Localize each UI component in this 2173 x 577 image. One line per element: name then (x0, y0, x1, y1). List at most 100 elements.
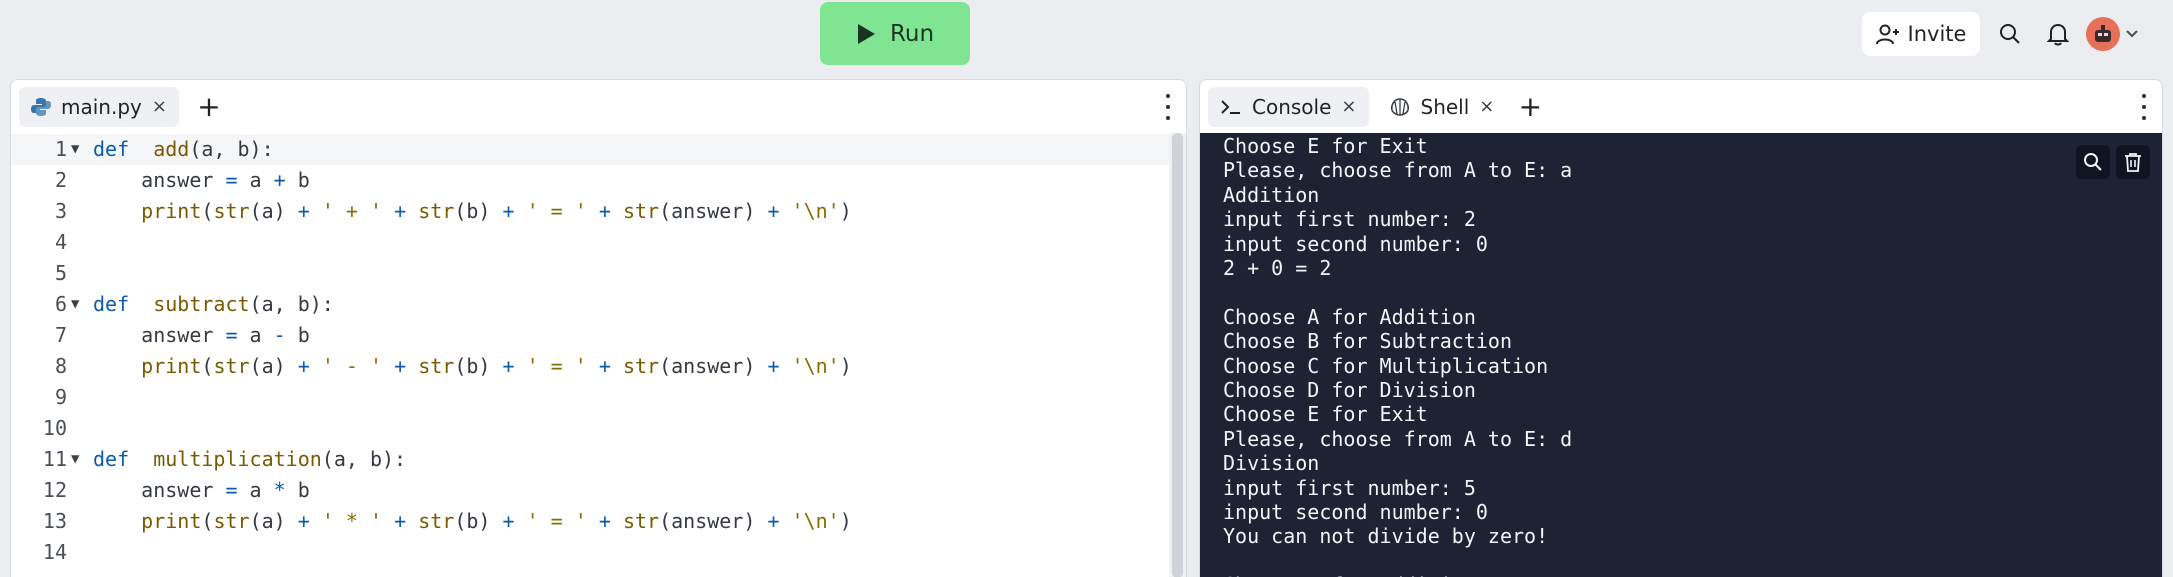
console-line: input first number: 5 (1223, 475, 1476, 500)
run-button[interactable]: Run (820, 2, 970, 65)
console-toolbar (2076, 145, 2150, 179)
line-number: 13 (42, 509, 67, 533)
console-line: input second number: 0 (1223, 500, 1488, 524)
code-line[interactable]: 8 print(str(a) + ' - ' + str(b) + ' = ' … (11, 351, 1169, 382)
console-line: Choose A for Addition (1223, 304, 1476, 329)
line-number: 12 (42, 478, 67, 502)
code-text: def subtract(a, b): (93, 292, 334, 316)
line-number: 7 (54, 323, 67, 347)
code-line[interactable]: 11 ▼ def multiplication(a, b): (11, 444, 1169, 475)
line-number: 2 (54, 168, 67, 192)
close-tab-button[interactable]: × (152, 96, 167, 117)
chevron-down-icon (2126, 30, 2138, 38)
fold-toggle-icon[interactable]: ▼ (71, 289, 79, 320)
terminal-prompt-icon (1221, 99, 1240, 114)
code-line[interactable]: 10 (11, 413, 1169, 444)
console-line: Choose B for Subtraction (1223, 329, 1512, 354)
search-icon (2084, 153, 2102, 171)
avatar (2086, 17, 2120, 51)
search-icon (2000, 24, 2020, 44)
line-number: 3 (54, 199, 67, 223)
code-line[interactable]: 4 (11, 227, 1169, 258)
code-text: print(str(a) + ' - ' + str(b) + ' = ' + … (141, 354, 852, 378)
code-line[interactable]: 3 print(str(a) + ' + ' + str(b) + ' = ' … (11, 196, 1169, 227)
code-text: print(str(a) + ' * ' + str(b) + ' = ' + … (141, 509, 852, 533)
console-line: Addition (1223, 182, 1320, 207)
tab-label: Console (1252, 94, 1332, 119)
code-line[interactable]: 1 ▼ def add(a, b): (11, 134, 1169, 165)
editor-scrollbar-thumb[interactable] (1172, 133, 1183, 577)
console-line: input second number: 0 (1223, 231, 1488, 256)
code-line[interactable]: 2 answer = a + b (11, 165, 1169, 196)
add-tab-button[interactable]: + (193, 87, 225, 127)
line-number: 14 (42, 540, 67, 564)
editor-pane: main.py × + 1 ▼ def add(a, b): 2 answer = a… (10, 79, 1187, 577)
run-label: Run (889, 20, 935, 47)
console-pane: Console × Shell × + Choose E for Exit Ple… (1199, 79, 2163, 577)
add-tab-button[interactable]: + (1514, 87, 1546, 127)
editor-more-menu-icon[interactable] (1164, 94, 1172, 120)
console-line: Division (1223, 451, 1320, 476)
tab-main-py[interactable]: main.py × (19, 86, 179, 127)
code-text: answer = a + b (93, 168, 310, 192)
console-line: Choose D for Division (1223, 378, 1476, 402)
clear-console-button[interactable] (2116, 145, 2150, 179)
tab-console[interactable]: Console × (1208, 86, 1369, 127)
console-line: input first number: 2 (1223, 207, 1476, 232)
trash-icon (2125, 153, 2141, 172)
line-number: 10 (42, 416, 67, 440)
play-icon (857, 23, 875, 44)
console-output[interactable]: Choose E for Exit Please, choose from A t… (1200, 133, 2162, 577)
code-line[interactable]: 7 answer = a - b (11, 320, 1169, 351)
account-menu[interactable] (2086, 17, 2138, 51)
line-number: 1 (54, 137, 67, 161)
robot-avatar-icon (2095, 25, 2111, 42)
console-more-menu-icon[interactable] (2140, 94, 2148, 120)
notifications-button[interactable] (2042, 18, 2074, 50)
search-button[interactable] (1994, 18, 2026, 50)
line-number: 5 (54, 261, 67, 285)
console-line: 2 + 0 = 2 (1223, 256, 1332, 280)
console-line: Choose E for Exit (1223, 134, 1428, 158)
code-text: answer = a - b (93, 323, 310, 347)
line-number: 8 (54, 354, 67, 378)
console-tab-bar: Console × Shell × + (1200, 80, 2162, 133)
bell-icon (2047, 23, 2069, 46)
code-line[interactable]: 9 (11, 382, 1169, 413)
code-text: print(str(a) + ' + ' + str(b) + ' = ' + … (141, 199, 852, 223)
top-bar: Run Invite (0, 0, 2173, 78)
console-line: Choose E for Exit (1223, 402, 1428, 427)
code-line[interactable]: 6 ▼ def subtract(a, b): (11, 289, 1169, 320)
tab-label: main.py (61, 94, 142, 119)
console-line: Please, choose from A to E: d (1223, 426, 1573, 451)
tab-label: Shell (1420, 94, 1470, 119)
close-tab-button[interactable]: × (1479, 96, 1494, 117)
console-line: Please, choose from A to E: a (1223, 158, 1573, 183)
close-tab-button[interactable]: × (1341, 96, 1356, 117)
line-number: 11 (42, 447, 67, 471)
code-text: answer = a * b (93, 478, 310, 502)
invite-label: Invite (1907, 22, 1967, 46)
invite-button[interactable]: Invite (1862, 12, 1980, 56)
line-number: 6 (54, 292, 67, 316)
tab-shell[interactable]: Shell × (1377, 87, 1507, 127)
fold-toggle-icon[interactable]: ▼ (71, 444, 79, 475)
shell-icon (1390, 97, 1409, 116)
code-text: def add(a, b): (93, 137, 274, 161)
console-line: Choose A for Addition (1223, 573, 1476, 577)
code-line[interactable]: 5 (11, 258, 1169, 289)
code-line[interactable]: 13 print(str(a) + ' * ' + str(b) + ' = '… (11, 506, 1169, 537)
console-line: You can not divide by zero! (1223, 524, 1549, 549)
line-number: 9 (54, 385, 67, 409)
code-line[interactable]: 14 (11, 537, 1169, 568)
code-editor[interactable]: 1 ▼ def add(a, b): 2 answer = a + b3 print(… (11, 133, 1169, 577)
console-line: Choose C for Multiplication (1223, 353, 1549, 378)
add-user-icon (1875, 24, 1899, 45)
console-search-button[interactable] (2076, 145, 2110, 179)
code-line[interactable]: 12 answer = a * b (11, 475, 1169, 506)
code-text: def multiplication(a, b): (93, 447, 407, 471)
line-number: 4 (54, 230, 67, 254)
fold-toggle-icon[interactable]: ▼ (71, 134, 79, 165)
editor-tab-bar: main.py × + (11, 80, 1186, 133)
python-icon (31, 97, 51, 116)
